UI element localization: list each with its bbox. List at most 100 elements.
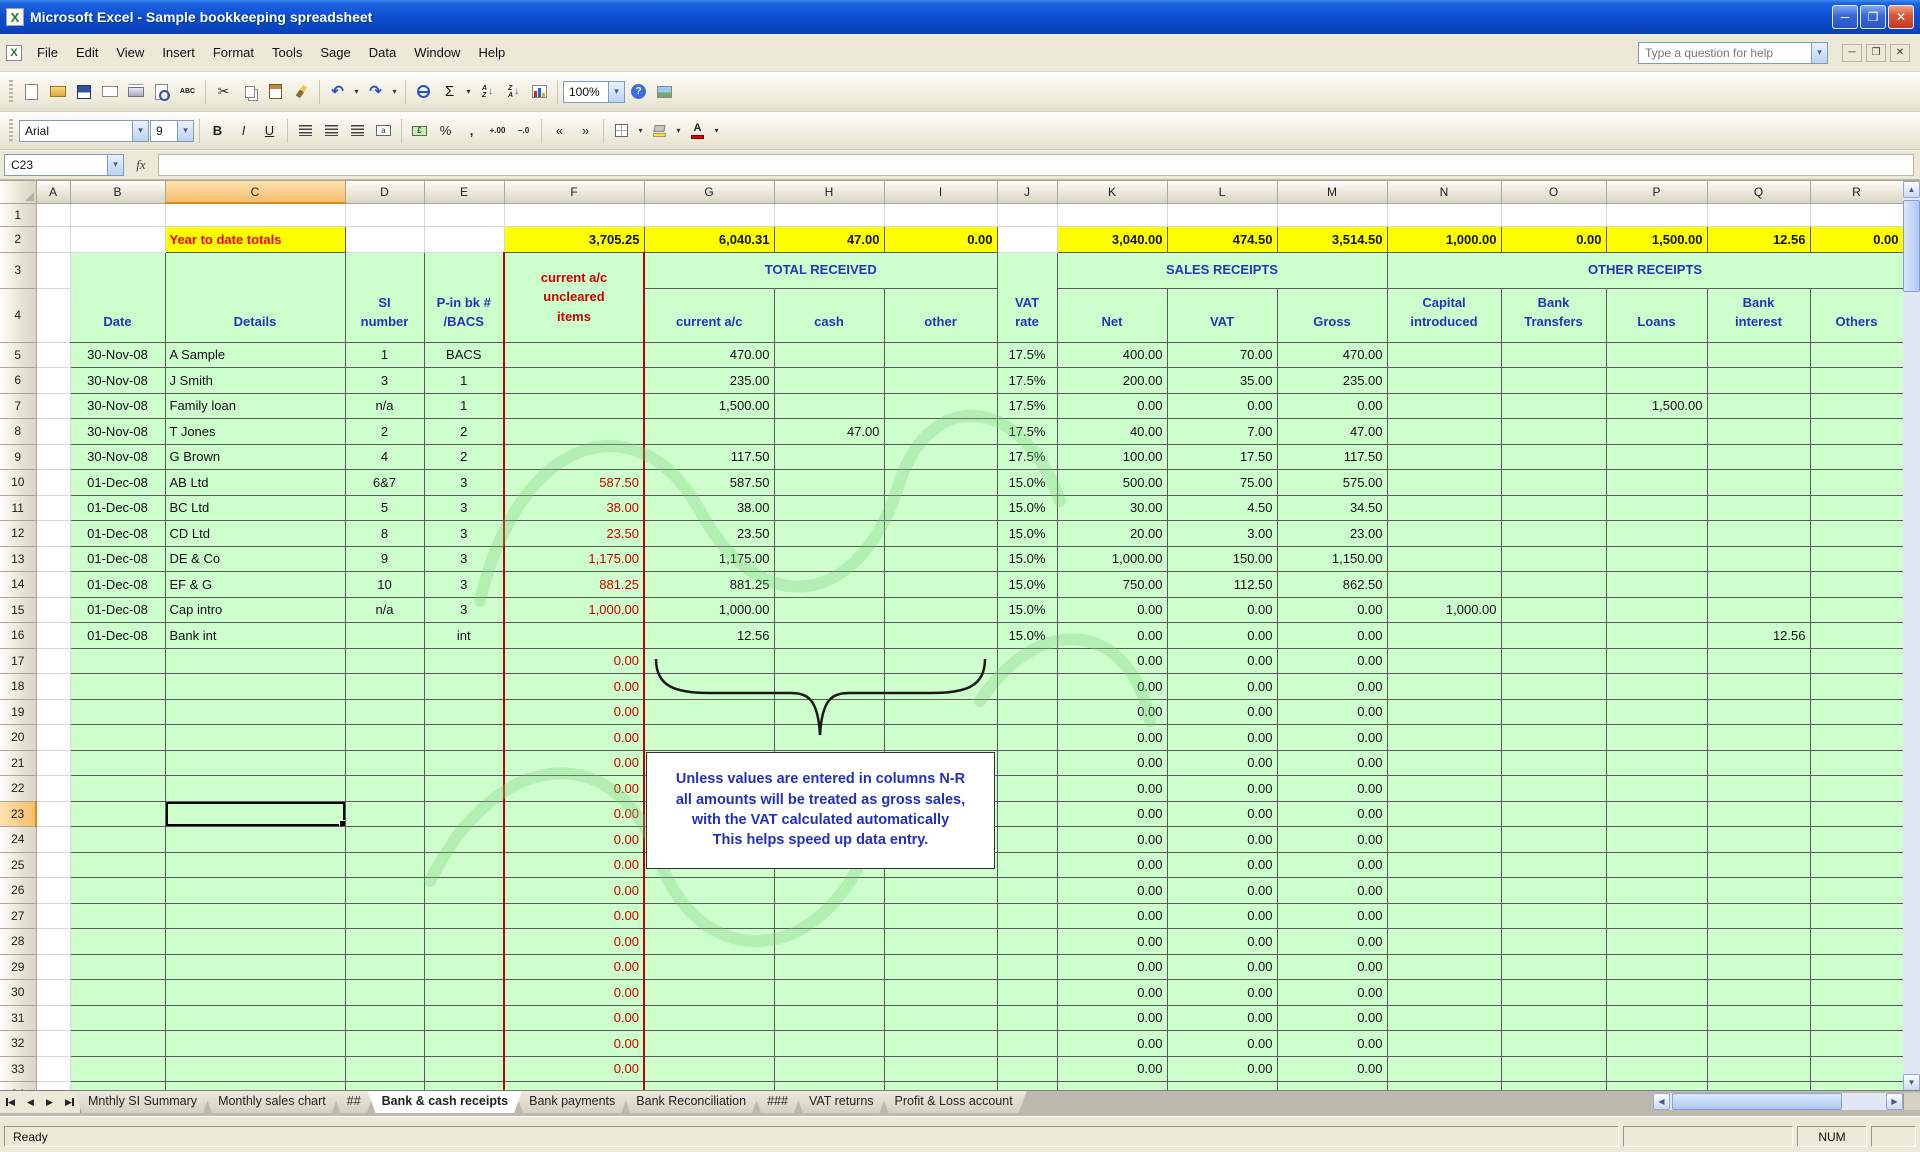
scroll-up-button[interactable]: ▲	[1903, 181, 1920, 198]
cell-R14[interactable]	[1810, 572, 1903, 598]
cell-I7[interactable]	[884, 393, 997, 419]
decrease-indent-button[interactable]: «	[547, 118, 572, 143]
cell-E10[interactable]: 3	[424, 470, 504, 496]
cell-D11[interactable]: 5	[345, 495, 424, 521]
cell-J34[interactable]	[997, 1082, 1057, 1091]
align-center-button[interactable]	[319, 118, 344, 143]
cell-A29[interactable]	[36, 954, 70, 980]
scroll-right-button[interactable]: ▶	[1886, 1093, 1903, 1110]
cell-I14[interactable]	[884, 572, 997, 598]
cell-C28[interactable]	[165, 929, 345, 955]
col-header-O[interactable]: O	[1501, 181, 1606, 203]
cell-D28[interactable]	[345, 929, 424, 955]
cell-A28[interactable]	[36, 929, 70, 955]
cell-Q28[interactable]	[1707, 929, 1810, 955]
cell-J18[interactable]	[997, 674, 1057, 700]
cell-N34[interactable]	[1387, 1082, 1501, 1091]
cell-Q20[interactable]	[1707, 725, 1810, 751]
cell-K16[interactable]: 0.00	[1057, 623, 1167, 649]
cell-E21[interactable]	[424, 750, 504, 776]
workbook-minimize-button[interactable]: ─	[1842, 44, 1862, 62]
cell-G2[interactable]: 6,040.31	[644, 226, 774, 252]
cell-M18[interactable]: 0.00	[1277, 674, 1387, 700]
cell-D6[interactable]: 3	[345, 368, 424, 394]
cell-D17[interactable]	[345, 648, 424, 674]
cell-N17[interactable]	[1387, 648, 1501, 674]
cell-M25[interactable]: 0.00	[1277, 852, 1387, 878]
cell-G18[interactable]	[644, 674, 774, 700]
cell-J14[interactable]: 15.0%	[997, 572, 1057, 598]
undo-button[interactable]: ↶	[325, 79, 350, 104]
cell-Q29[interactable]	[1707, 954, 1810, 980]
cell-P2[interactable]: 1,500.00	[1606, 226, 1707, 252]
row-header-17[interactable]: 17	[0, 648, 36, 674]
cell-E33[interactable]	[424, 1056, 504, 1082]
cell-H9[interactable]	[774, 444, 884, 470]
cell-N9[interactable]	[1387, 444, 1501, 470]
cell-D9[interactable]: 4	[345, 444, 424, 470]
cell-N18[interactable]	[1387, 674, 1501, 700]
cell-H10[interactable]	[774, 470, 884, 496]
cell-N29[interactable]	[1387, 954, 1501, 980]
row-header-21[interactable]: 21	[0, 750, 36, 776]
cell-E25[interactable]	[424, 852, 504, 878]
cell-C7[interactable]: Family loan	[165, 393, 345, 419]
cell-O6[interactable]	[1501, 368, 1606, 394]
paste-button[interactable]	[263, 79, 288, 104]
cell-B30[interactable]	[70, 980, 165, 1006]
cell-H2[interactable]: 47.00	[774, 226, 884, 252]
cell-M34[interactable]: 0.00	[1277, 1082, 1387, 1091]
cell-J15[interactable]: 15.0%	[997, 597, 1057, 623]
cell-K11[interactable]: 30.00	[1057, 495, 1167, 521]
row-header-2[interactable]: 2	[0, 226, 36, 252]
cell-N6[interactable]	[1387, 368, 1501, 394]
chevron-down-icon[interactable]: ▾	[177, 121, 193, 141]
horizontal-scrollbar[interactable]: ◀ ▶	[1653, 1093, 1903, 1110]
cell-I18[interactable]	[884, 674, 997, 700]
question-box[interactable]: Type a question for help ▾	[1638, 42, 1828, 64]
copy-button[interactable]	[237, 79, 262, 104]
cell-O33[interactable]	[1501, 1056, 1606, 1082]
cell-O23[interactable]	[1501, 801, 1606, 827]
cell-K23[interactable]: 0.00	[1057, 801, 1167, 827]
cell-Q26[interactable]	[1707, 878, 1810, 904]
sort-ascending-button[interactable]: AZ↓	[475, 79, 500, 104]
cell-M1[interactable]	[1277, 203, 1387, 226]
row-header-13[interactable]: 13	[0, 546, 36, 572]
row-header-12[interactable]: 12	[0, 521, 36, 547]
cell-D13[interactable]: 9	[345, 546, 424, 572]
cell-P29[interactable]	[1606, 954, 1707, 980]
cell-B19[interactable]	[70, 699, 165, 725]
name-box[interactable]: C23 ▾	[4, 154, 124, 176]
cell-E20[interactable]	[424, 725, 504, 751]
cell-N31[interactable]	[1387, 1005, 1501, 1031]
cell-G11[interactable]: 38.00	[644, 495, 774, 521]
cell-J5[interactable]: 17.5%	[997, 342, 1057, 368]
cell-E29[interactable]	[424, 954, 504, 980]
cell-N27[interactable]	[1387, 903, 1501, 929]
cell-F10[interactable]: 587.50	[504, 470, 644, 496]
cell-M9[interactable]: 117.50	[1277, 444, 1387, 470]
cell-O2[interactable]: 0.00	[1501, 226, 1606, 252]
cell-A1[interactable]	[36, 203, 70, 226]
cell-D21[interactable]	[345, 750, 424, 776]
toolbar-grip[interactable]	[9, 119, 13, 143]
cell-N20[interactable]	[1387, 725, 1501, 751]
cell-A33[interactable]	[36, 1056, 70, 1082]
insert-function-button[interactable]: fx	[124, 157, 158, 173]
cell-I28[interactable]	[884, 929, 997, 955]
cell-M6[interactable]: 235.00	[1277, 368, 1387, 394]
cell-A27[interactable]	[36, 903, 70, 929]
cell-G12[interactable]: 23.50	[644, 521, 774, 547]
cell-B2[interactable]	[70, 226, 165, 252]
cell-C33[interactable]	[165, 1056, 345, 1082]
font-size-combo[interactable]: 9 ▾	[150, 120, 194, 142]
cell-D7[interactable]: n/a	[345, 393, 424, 419]
cell-P7[interactable]: 1,500.00	[1606, 393, 1707, 419]
cell-H6[interactable]	[774, 368, 884, 394]
cell-F13[interactable]: 1,175.00	[504, 546, 644, 572]
row-header-24[interactable]: 24	[0, 827, 36, 853]
cell-A5[interactable]	[36, 342, 70, 368]
close-button[interactable]: ✕	[1888, 5, 1914, 29]
col-header-J[interactable]: J	[997, 181, 1057, 203]
